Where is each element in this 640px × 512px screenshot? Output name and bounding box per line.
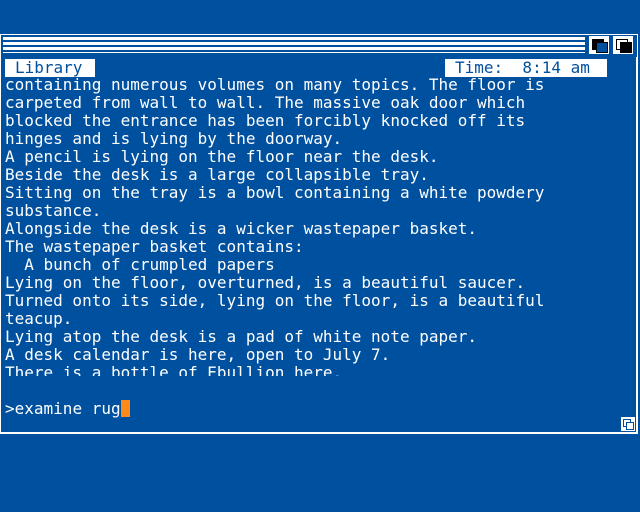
story-line: Alongside the desk is a wicker wastepape… bbox=[5, 219, 478, 238]
story-line: There is a bottle of Ebullion here. bbox=[5, 363, 343, 377]
story-line: blocked the entrance has been forcibly k… bbox=[5, 111, 526, 130]
story-text: containing numerous volumes on many topi… bbox=[5, 76, 625, 376]
depth-front-gadget-icon[interactable] bbox=[613, 36, 633, 54]
story-line: carpeted from wall to wall. The massive … bbox=[5, 93, 526, 112]
story-line: containing numerous volumes on many topi… bbox=[5, 76, 545, 94]
story-line: substance. bbox=[5, 201, 102, 220]
location-label: Library bbox=[5, 59, 95, 77]
story-line: Turned onto its side, lying on the floor… bbox=[5, 291, 545, 310]
story-line: A bunch of crumpled papers bbox=[5, 255, 275, 274]
story-line: Sitting on the tray is a bowl containing… bbox=[5, 183, 545, 202]
resize-gadget-icon[interactable] bbox=[621, 417, 635, 431]
story-line: A pencil is lying on the floor near the … bbox=[5, 147, 439, 166]
text-cursor bbox=[120, 400, 130, 417]
depth-back-gadget-icon[interactable] bbox=[589, 36, 609, 54]
story-line: Lying atop the desk is a pad of white no… bbox=[5, 327, 478, 346]
story-line: A desk calendar is here, open to July 7. bbox=[5, 345, 391, 364]
title-bar[interactable] bbox=[1, 35, 637, 57]
story-line: The wastepaper basket contains: bbox=[5, 237, 304, 256]
story-line: Beside the desk is a large collapsible t… bbox=[5, 165, 429, 184]
time-label: Time: 8:14 am bbox=[445, 59, 607, 77]
story-line: Lying on the floor, overturned, is a bea… bbox=[5, 273, 526, 292]
screen: Library Time: 8:14 am containing numerou… bbox=[0, 0, 640, 512]
command-input[interactable]: examine rug bbox=[15, 399, 121, 418]
prompt-symbol: > bbox=[5, 399, 15, 418]
story-line: hinges and is lying by the doorway. bbox=[5, 129, 343, 148]
status-bar: Library Time: 8:14 am bbox=[5, 59, 633, 77]
game-window: Library Time: 8:14 am containing numerou… bbox=[0, 34, 638, 434]
story-line: teacup. bbox=[5, 309, 73, 328]
title-bar-drag-area[interactable] bbox=[3, 37, 585, 53]
command-prompt[interactable]: >examine rug bbox=[5, 400, 130, 418]
